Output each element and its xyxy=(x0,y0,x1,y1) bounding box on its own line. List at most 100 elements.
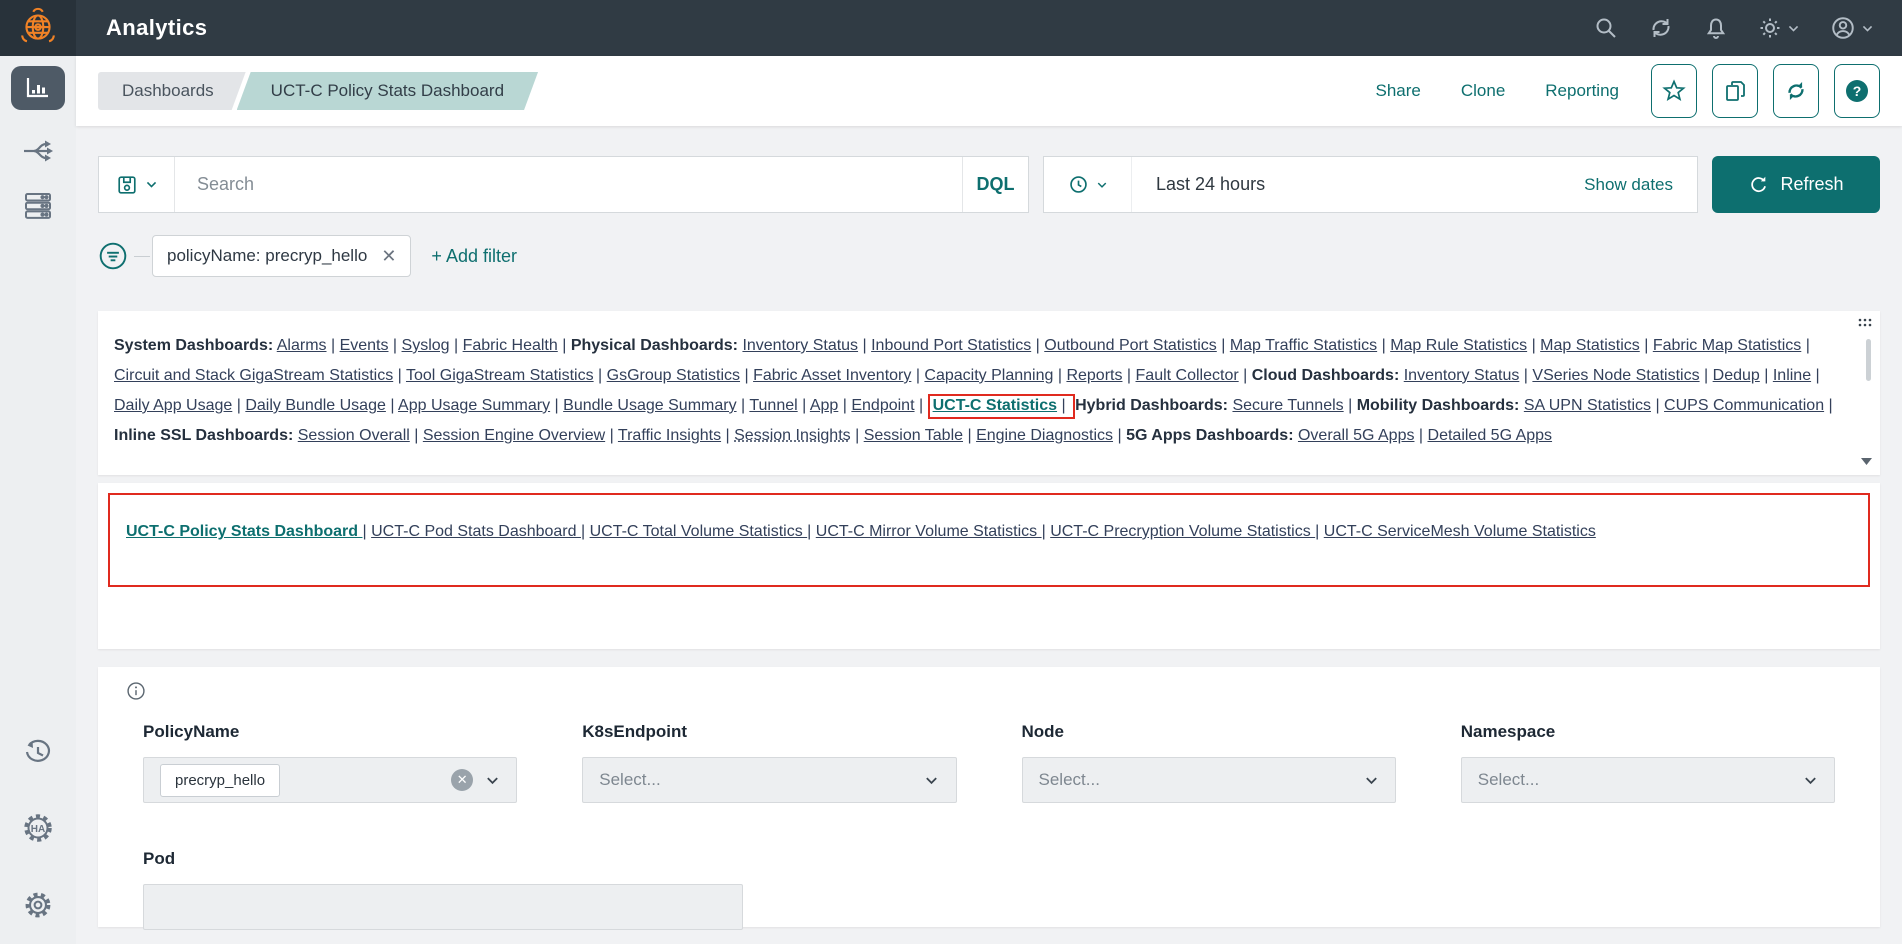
nav-link[interactable]: Reports xyxy=(1066,367,1122,384)
theme-brightness-menu[interactable] xyxy=(1758,16,1800,40)
breadcrumb-dashboards[interactable]: Dashboards xyxy=(98,72,246,110)
nav-link[interactable]: Traffic Insights xyxy=(618,427,721,444)
dql-toggle[interactable]: DQL xyxy=(962,157,1028,212)
dashboard-controls-panel: PolicyNameprecryp_hello✕K8sEndpointSelec… xyxy=(98,667,1880,927)
nav-link[interactable]: Tunnel xyxy=(749,397,797,414)
sidebar-item-traffic[interactable] xyxy=(22,138,54,164)
uctc-link[interactable]: UCT-C Total Volume Statistics xyxy=(590,523,808,540)
nav-link[interactable]: Fabric Health xyxy=(463,337,558,354)
nav-link[interactable]: Fabric Asset Inventory xyxy=(753,367,911,384)
search-icon[interactable] xyxy=(1594,16,1618,40)
nav-link[interactable]: Inbound Port Statistics xyxy=(871,337,1031,354)
uctc-link-active[interactable]: UCT-C Policy Stats Dashboard xyxy=(126,523,363,540)
nav-link[interactable]: App xyxy=(810,397,838,414)
nav-link[interactable]: Circuit and Stack GigaStream Statistics xyxy=(114,367,393,384)
filter-options-icon[interactable] xyxy=(98,241,128,271)
clone-link[interactable]: Clone xyxy=(1461,81,1505,101)
nav-link[interactable]: Daily App Usage xyxy=(114,397,232,414)
nav-link[interactable]: GsGroup Statistics xyxy=(607,367,740,384)
page-header: Dashboards UCT-C Policy Stats Dashboard … xyxy=(76,56,1902,126)
policyname-select[interactable]: precryp_hello ✕ xyxy=(143,757,517,803)
svg-text:?: ? xyxy=(1853,83,1862,99)
namespace-select[interactable]: Select... xyxy=(1461,757,1835,803)
add-filter-button[interactable]: + Add filter xyxy=(431,246,517,267)
filter-chip-policyname[interactable]: policyName: precryp_hello ✕ xyxy=(152,235,411,277)
nav-link[interactable]: Fabric Map Statistics xyxy=(1653,337,1801,354)
remove-filter-icon[interactable]: ✕ xyxy=(381,247,396,265)
sidebar-item-high-availability[interactable]: HA xyxy=(22,812,54,844)
refresh-button[interactable]: Refresh xyxy=(1712,156,1880,213)
nav-link[interactable]: SA UPN Statistics xyxy=(1524,397,1651,414)
nav-link[interactable]: Fault Collector xyxy=(1136,367,1239,384)
nav-link[interactable]: Outbound Port Statistics xyxy=(1044,337,1217,354)
sidebar-item-inventory[interactable] xyxy=(23,192,53,220)
scroll-down-icon[interactable] xyxy=(1860,453,1873,471)
nav-link[interactable]: UCT-C Statistics xyxy=(933,397,1057,414)
nav-link[interactable]: Daily Bundle Usage xyxy=(245,397,386,414)
sidebar-item-dashboards[interactable] xyxy=(11,66,65,110)
separator: | xyxy=(410,427,423,444)
search-input[interactable] xyxy=(175,157,962,212)
sidebar-item-history[interactable] xyxy=(23,738,53,766)
chevron-down-icon xyxy=(145,178,158,191)
nav-link[interactable]: App Usage Summary xyxy=(398,397,550,414)
separator: | xyxy=(327,337,340,354)
nav-link[interactable]: Syslog xyxy=(402,337,450,354)
show-dates-link[interactable]: Show dates xyxy=(1584,175,1673,195)
k8sendpoint-select[interactable]: Select... xyxy=(582,757,956,803)
nav-link[interactable]: Session Engine Overview xyxy=(423,427,605,444)
info-icon[interactable] xyxy=(126,681,146,701)
uctc-link[interactable]: UCT-C Mirror Volume Statistics xyxy=(816,523,1042,540)
nav-link[interactable]: Bundle Usage Summary xyxy=(563,397,736,414)
breadcrumb-current-dashboard[interactable]: UCT-C Policy Stats Dashboard xyxy=(237,72,538,110)
nav-link[interactable]: Session Overall xyxy=(298,427,410,444)
nav-link[interactable]: VSeries Node Statistics xyxy=(1532,367,1699,384)
time-range-menu-button[interactable] xyxy=(1044,157,1132,212)
separator: | xyxy=(450,337,463,354)
uctc-link[interactable]: UCT-C Pod Stats Dashboard xyxy=(371,523,581,540)
favorite-button[interactable] xyxy=(1651,64,1697,118)
sidebar-item-settings[interactable] xyxy=(23,890,53,920)
nav-link[interactable]: Map Rule Statistics xyxy=(1390,337,1527,354)
pod-select[interactable] xyxy=(143,884,743,930)
nav-link[interactable]: Capacity Planning xyxy=(924,367,1053,384)
nav-link[interactable]: Detailed 5G Apps xyxy=(1428,427,1553,444)
uctc-link[interactable]: UCT-C ServiceMesh Volume Statistics xyxy=(1324,523,1596,540)
sync-icon[interactable] xyxy=(1648,16,1674,40)
nav-link[interactable]: Map Traffic Statistics xyxy=(1230,337,1377,354)
nav-link[interactable]: CUPS Communication xyxy=(1664,397,1824,414)
refresh-dashboard-button[interactable] xyxy=(1773,64,1819,118)
nav-link[interactable]: Session Table xyxy=(864,427,963,444)
nav-link[interactable]: Alarms xyxy=(277,337,327,354)
app-logo[interactable] xyxy=(0,0,76,56)
panel-drag-handle[interactable] xyxy=(1857,316,1875,334)
uctc-link[interactable]: UCT-C Precryption Volume Statistics xyxy=(1050,523,1315,540)
nav-link[interactable]: Endpoint xyxy=(851,397,914,414)
controls-grid: PolicyNameprecryp_hello✕K8sEndpointSelec… xyxy=(126,722,1835,803)
notifications-bell-icon[interactable] xyxy=(1704,16,1728,40)
nav-link[interactable]: Overall 5G Apps xyxy=(1298,427,1415,444)
nav-link[interactable]: Inventory Status xyxy=(1404,367,1520,384)
nav-link[interactable]: Map Statistics xyxy=(1540,337,1640,354)
nav-link[interactable]: Engine Diagnostics xyxy=(976,427,1113,444)
reporting-link[interactable]: Reporting xyxy=(1545,81,1619,101)
selected-value-chip[interactable]: precryp_hello xyxy=(160,764,280,797)
nav-link[interactable]: Events xyxy=(340,337,389,354)
nav-link[interactable]: Secure Tunnels xyxy=(1232,397,1343,414)
panel-scrollbar[interactable] xyxy=(1866,339,1871,381)
nav-group-label: Mobility Dashboards: xyxy=(1357,397,1520,414)
nav-link[interactable]: Tool GigaStream Statistics xyxy=(406,367,594,384)
node-select[interactable]: Select... xyxy=(1022,757,1396,803)
saved-queries-button[interactable] xyxy=(99,157,175,212)
clear-selection-icon[interactable]: ✕ xyxy=(451,769,473,791)
nav-link[interactable]: Inventory Status xyxy=(742,337,858,354)
share-link[interactable]: Share xyxy=(1375,81,1420,101)
nav-link[interactable]: Dedup xyxy=(1713,367,1760,384)
nav-link[interactable]: Session Insights xyxy=(734,427,851,444)
user-account-menu[interactable] xyxy=(1830,15,1874,41)
copy-dashboard-button[interactable] xyxy=(1712,64,1758,118)
separator: | xyxy=(1651,397,1664,414)
nav-link[interactable]: Inline xyxy=(1773,367,1811,384)
help-button[interactable]: ? xyxy=(1834,64,1880,118)
time-range-value[interactable]: Last 24 hours xyxy=(1156,174,1265,195)
